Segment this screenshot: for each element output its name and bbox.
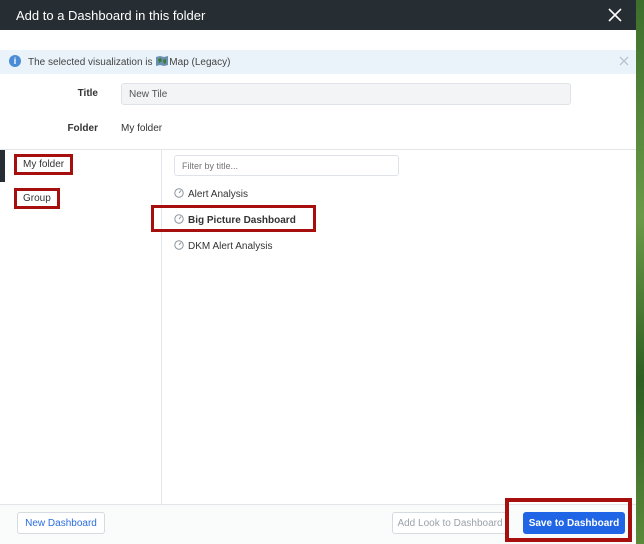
- folder-item-group[interactable]: Group: [14, 188, 60, 209]
- folder-active-indicator: [0, 150, 5, 182]
- save-to-dashboard-button[interactable]: Save to Dashboard: [523, 512, 625, 534]
- info-visualization: Map (Legacy): [169, 57, 231, 68]
- folder-label: Folder: [67, 123, 98, 134]
- close-icon[interactable]: [606, 6, 624, 24]
- add-look-to-dashboard-button[interactable]: Add Look to Dashboard: [392, 512, 508, 534]
- dashboard-icon: [174, 188, 184, 198]
- info-icon: i: [9, 55, 21, 67]
- modal-header: Add to a Dashboard in this folder: [0, 0, 636, 30]
- dashboard-item-label: Big Picture Dashboard: [188, 215, 296, 226]
- title-input[interactable]: [121, 83, 571, 105]
- dashboard-item[interactable]: Big Picture Dashboard: [174, 214, 296, 226]
- folder-item-my-folder[interactable]: My folder: [14, 154, 74, 175]
- dashboard-item[interactable]: Alert Analysis: [174, 188, 248, 200]
- info-text: The selected visualization is Map (Legac…: [28, 56, 230, 68]
- map-icon: [156, 56, 169, 66]
- dashboard-item[interactable]: DKM Alert Analysis: [174, 240, 272, 252]
- info-close-icon[interactable]: [618, 55, 630, 67]
- folder-value: My folder: [121, 123, 163, 134]
- info-banner: i The selected visualization is Map (Leg…: [0, 50, 636, 74]
- filter-input[interactable]: [174, 155, 399, 176]
- pane-divider: [161, 150, 162, 504]
- info-prefix: The selected visualization is: [28, 57, 153, 68]
- new-dashboard-button[interactable]: New Dashboard: [17, 512, 105, 534]
- dashboard-icon: [174, 214, 184, 224]
- add-to-dashboard-modal: Add to a Dashboard in this folder i The …: [0, 0, 636, 544]
- dashboard-icon: [174, 240, 184, 250]
- modal-title: Add to a Dashboard in this folder: [16, 8, 206, 23]
- dashboard-item-label: DKM Alert Analysis: [188, 241, 273, 252]
- dashboard-item-label: Alert Analysis: [188, 189, 249, 200]
- title-label: Title: [77, 88, 98, 99]
